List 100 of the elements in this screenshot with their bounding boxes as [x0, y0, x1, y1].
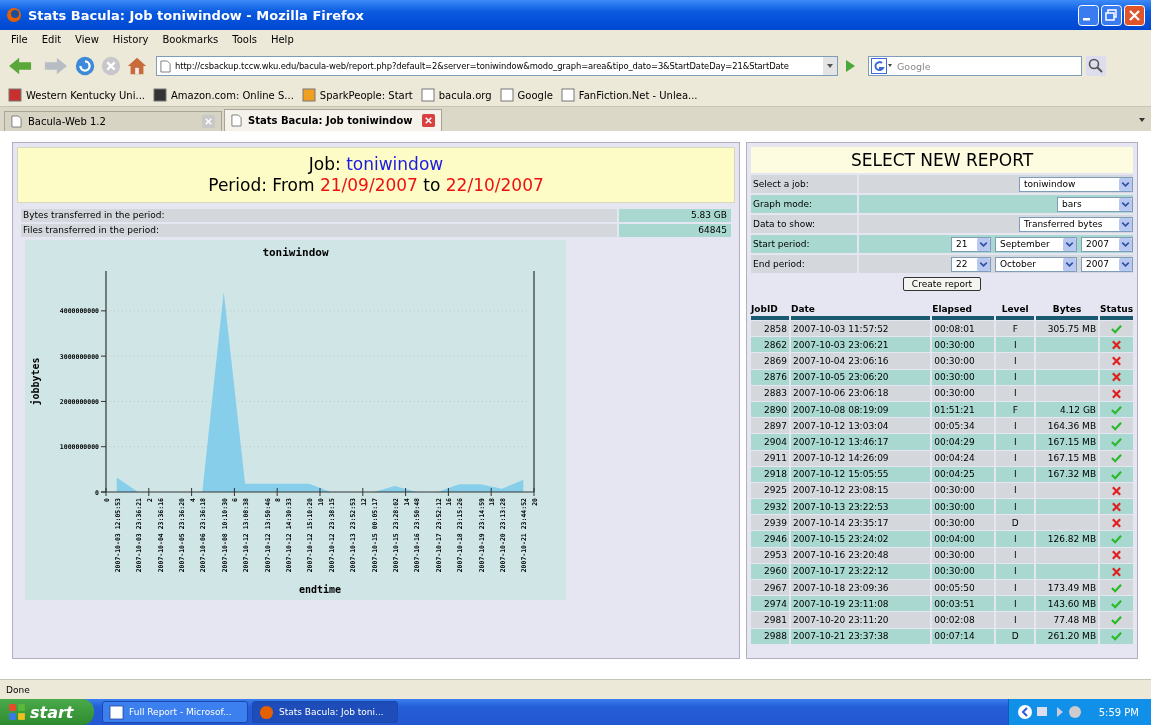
dropdown[interactable]: bars [1057, 196, 1133, 212]
page-icon [231, 114, 242, 127]
table-cell: 00:08:01 [932, 320, 995, 337]
table-cell: 2007-10-18 23:09:36 [791, 579, 931, 596]
taskbar-button[interactable]: Stats Bacula: Job toni... [252, 701, 398, 723]
table-cell: 2007-10-04 23:06:16 [791, 352, 931, 369]
table-cell: D [996, 514, 1035, 531]
table-cell: 00:03:51 [932, 595, 995, 612]
dropdown[interactable]: Transferred bytes [1019, 216, 1133, 232]
search-engine-icon[interactable] [871, 58, 893, 74]
table-cell: F [996, 320, 1035, 337]
period-label: Period: From [208, 175, 315, 195]
table-cell: I [996, 498, 1035, 515]
table-cell: 00:30:00 [932, 336, 995, 353]
menu-item[interactable]: Tools [225, 33, 264, 45]
table-cell: I [996, 611, 1035, 628]
table-cell: 2869 [751, 352, 789, 369]
table-cell: I [996, 530, 1035, 547]
dropdown[interactable]: 2007 [1081, 236, 1133, 252]
close-tab-icon[interactable] [422, 114, 435, 127]
table-cell: 2007-10-14 23:35:17 [791, 514, 931, 531]
page-icon [11, 115, 22, 128]
bookmark-icon [560, 88, 575, 102]
caret-icon [1119, 237, 1132, 251]
job-label: Job: [308, 154, 341, 174]
table-cell: I [996, 595, 1035, 612]
table-cell: I [996, 336, 1035, 353]
create-report-button[interactable]: Create report [902, 277, 982, 291]
bookmark-icon [8, 88, 22, 102]
caret-icon [1119, 217, 1132, 231]
caret-icon [977, 237, 990, 251]
dropdown[interactable]: toniwindow [1019, 176, 1133, 192]
menu-item[interactable]: View [68, 33, 106, 45]
menu-item[interactable]: History [105, 33, 156, 45]
stat-label: Bytes transferred in the period: [21, 209, 617, 222]
bookmark-icon [301, 88, 316, 102]
table-cell: 00:05:34 [932, 417, 995, 434]
bookmark-item[interactable]: Western Kentucky Uni... [8, 88, 145, 102]
caret-icon [977, 257, 990, 271]
dropdown[interactable]: October [995, 256, 1077, 272]
table-cell: 167.15 MB [1036, 433, 1099, 450]
table-cell: 2007-10-20 23:11:20 [791, 611, 931, 628]
address-field[interactable]: http://csbackup.tccw.wku.edu/bacula-web/report.php?default=2&server=toniwindow&modo_graph=area&tipo_dato=3&StartDateDay=21&StartDate [156, 56, 838, 76]
search-icon[interactable] [1086, 56, 1106, 76]
table-cell: 2007-10-13 23:22:53 [791, 498, 931, 515]
table-cell: I [996, 433, 1035, 450]
table-cell: 2007-10-19 23:11:08 [791, 595, 931, 612]
table-cell: 00:04:29 [932, 433, 995, 450]
maximize-icon[interactable] [1101, 4, 1122, 26]
search-field[interactable]: Google [868, 56, 1082, 76]
taskbar-button[interactable]: Full Report - Microsof... [102, 701, 248, 723]
dropdown[interactable]: 2007 [1081, 256, 1133, 272]
table-cell: 126.82 MB [1036, 530, 1099, 547]
table-cell: 2981 [751, 611, 789, 628]
page-icon [160, 59, 171, 73]
menu-item[interactable]: Edit [34, 33, 69, 45]
bookmark-item[interactable]: FanFiction.Net - Unlea... [560, 88, 698, 102]
table-cell: 00:30:00 [932, 514, 995, 531]
field-label: Select a job: [751, 175, 857, 193]
dropdown[interactable]: 22 [951, 256, 991, 272]
browser-tab[interactable]: Bacula-Web 1.2 [4, 111, 222, 131]
close-icon[interactable] [1124, 4, 1145, 26]
table-cell: 2007-10-12 13:46:17 [791, 433, 931, 450]
table-cell: 2007-10-15 23:24:02 [791, 530, 931, 547]
dropdown[interactable]: 21 [951, 236, 991, 252]
status-text: Done [6, 684, 30, 695]
table-cell: I [996, 579, 1035, 596]
table-cell: 2967 [751, 579, 789, 596]
browser-tab[interactable]: Stats Bacula: Job toniwindow [224, 109, 442, 131]
table-cell: 2946 [751, 530, 789, 547]
table-cell: 00:05:50 [932, 579, 995, 596]
minimize-icon[interactable] [1078, 4, 1099, 26]
table-cell: I [996, 352, 1035, 369]
bookmark-item[interactable]: SparkPeople: Start [301, 88, 413, 102]
bookmark-item[interactable]: Amazon.com: Online S... [153, 88, 294, 102]
y-axis-title: jobbytes [30, 357, 41, 406]
table-cell: 2904 [751, 433, 789, 450]
dropdown-icon[interactable] [823, 57, 837, 75]
home-icon[interactable] [126, 55, 148, 77]
bookmark-item[interactable]: bacula.org [420, 88, 492, 102]
table-cell: 00:02:08 [932, 611, 995, 628]
table-cell: 2007-10-12 13:03:04 [791, 417, 931, 434]
start-button[interactable]: start [0, 699, 94, 725]
job-name: toniwindow [346, 154, 444, 174]
reload-icon[interactable] [74, 55, 96, 77]
table-cell: 173.49 MB [1036, 579, 1099, 596]
menu-item[interactable]: Bookmarks [155, 33, 226, 45]
dropdown[interactable]: September [995, 236, 1077, 252]
caret-icon [1063, 257, 1076, 271]
menu-item[interactable]: Help [263, 33, 301, 45]
clock: 5:59 PM [1098, 706, 1139, 718]
form-title: SELECT NEW REPORT [751, 147, 1133, 173]
bookmark-icon [499, 88, 514, 102]
field-label: Data to show: [751, 215, 857, 233]
document-icon [109, 704, 124, 720]
caret-icon [1063, 237, 1076, 251]
menu-item[interactable]: File [4, 33, 35, 45]
table-cell: 00:30:00 [932, 498, 995, 515]
bookmark-item[interactable]: Google [499, 88, 553, 102]
table-cell: 2007-10-03 11:57:52 [791, 320, 931, 337]
